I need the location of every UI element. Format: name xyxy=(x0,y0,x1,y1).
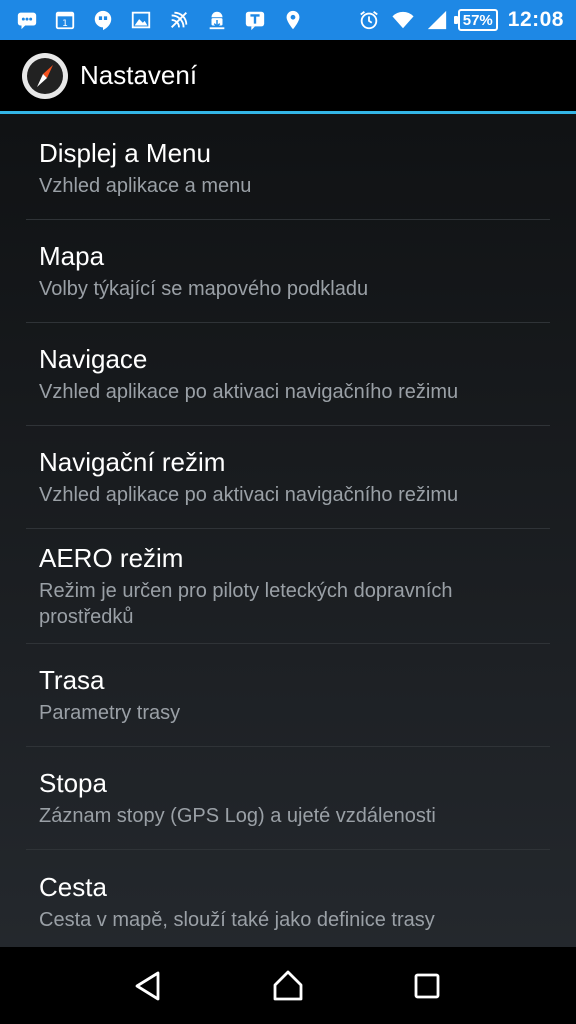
setting-item-track[interactable]: Stopa Záznam stopy (GPS Log) a ujeté vzd… xyxy=(26,747,550,850)
setting-summary: Vzhled aplikace po aktivaci navigačního … xyxy=(39,484,459,506)
setting-item-display-menu[interactable]: Displej a Menu Vzhled aplikace a menu xyxy=(26,117,550,220)
setting-title: Mapa xyxy=(39,241,105,271)
location-icon xyxy=(280,7,306,33)
tapatalk-icon xyxy=(242,7,268,33)
battery-indicator: 57% xyxy=(453,9,498,31)
settings-list: Displej a Menu Vzhled aplikace a menu Ma… xyxy=(0,117,576,947)
back-icon xyxy=(135,971,160,1000)
setting-item-navigation[interactable]: Navigace Vzhled aplikace po aktivaci nav… xyxy=(26,323,550,426)
nfc-icon xyxy=(166,7,192,33)
navigation-bar xyxy=(0,947,576,1024)
home-icon xyxy=(273,970,303,1000)
hangouts-icon xyxy=(90,7,116,33)
compass-app-icon[interactable] xyxy=(20,51,70,101)
alarm-icon xyxy=(356,7,382,33)
status-bar: 1 57% 12:08 xyxy=(0,0,576,40)
clock: 12:08 xyxy=(507,8,564,31)
setting-title: Cesta xyxy=(39,871,107,902)
calendar-day: 1 xyxy=(62,18,68,29)
setting-summary: Vzhled aplikace a menu xyxy=(39,175,252,197)
setting-summary: Parametry trasy xyxy=(39,702,181,724)
setting-title: Displej a Menu xyxy=(39,138,211,168)
android-download-icon xyxy=(204,7,230,33)
calendar-icon: 1 xyxy=(52,7,78,33)
setting-item-navigation-mode[interactable]: Navigační režim Vzhled aplikace po aktiv… xyxy=(26,426,550,529)
back-button[interactable] xyxy=(119,956,179,1016)
setting-title: AERO režim xyxy=(39,543,184,573)
recents-button[interactable] xyxy=(397,956,457,1016)
chat-icon xyxy=(14,7,40,33)
setting-item-route[interactable]: Trasa Parametry trasy xyxy=(26,644,550,747)
setting-item-map[interactable]: Mapa Volby týkající se mapového podkladu xyxy=(26,220,550,323)
battery-level: 57% xyxy=(462,11,493,29)
action-bar: Nastavení xyxy=(0,40,576,114)
setting-item-path[interactable]: Cesta Cesta v mapě, slouží také jako def… xyxy=(26,850,550,947)
system-status-icons: 57% 12:08 xyxy=(356,7,564,33)
setting-summary: Záznam stopy (GPS Log) a ujeté vzdálenos… xyxy=(39,805,436,827)
page-title: Nastavení xyxy=(80,60,198,90)
image-icon xyxy=(128,7,154,33)
setting-title: Trasa xyxy=(39,665,105,695)
setting-summary: Vzhled aplikace po aktivaci navigačního … xyxy=(39,381,459,403)
setting-summary: Režim je určen pro piloty leteckých dopr… xyxy=(39,580,453,628)
setting-summary: Volby týkající se mapového podkladu xyxy=(39,278,369,300)
recents-icon xyxy=(414,973,440,998)
setting-title: Navigační režim xyxy=(39,447,226,477)
wifi-icon xyxy=(390,7,416,33)
signal-icon xyxy=(424,7,450,33)
setting-title: Stopa xyxy=(39,768,107,798)
setting-item-aero-mode[interactable]: AERO režim Režim je určen pro piloty let… xyxy=(26,529,550,644)
home-button[interactable] xyxy=(258,956,318,1016)
setting-summary: Cesta v mapě, slouží také jako definice … xyxy=(39,908,435,931)
setting-title: Navigace xyxy=(39,344,148,374)
notification-icons: 1 xyxy=(14,7,318,33)
